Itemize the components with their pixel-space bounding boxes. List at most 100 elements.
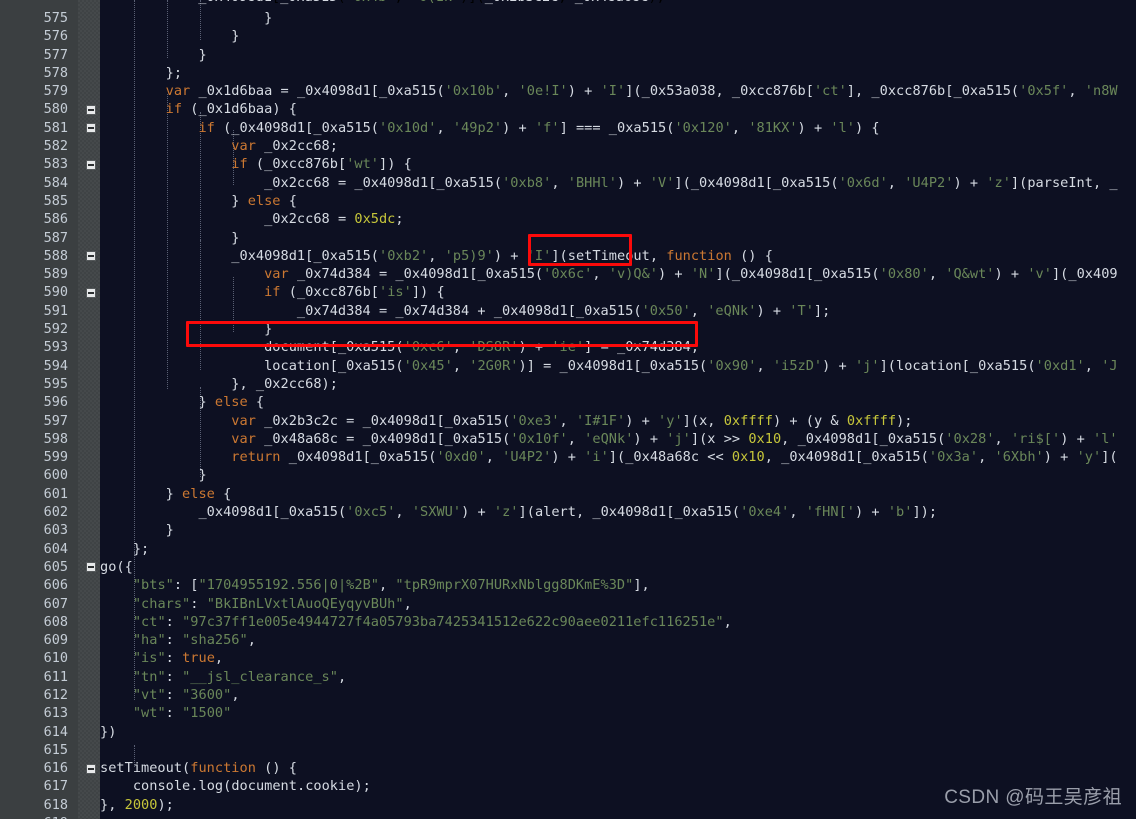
code-editor[interactable]: 575 576 577 578 579 580 581 582 583 584 585 586 587 5… (0, 0, 1136, 819)
line-number: 612 (43, 686, 68, 703)
line-number: 614 (43, 723, 68, 740)
code-line[interactable]: document[_0xa515('0xc6', 'DS8R') + 'ie']… (100, 338, 1136, 356)
fold-collapse-icon[interactable] (86, 251, 96, 262)
code-line[interactable]: "tn": "__jsl_clearance_s", (100, 668, 1136, 686)
code-line[interactable]: "wt": "1500" (100, 704, 1136, 722)
line-number: 578 (43, 64, 68, 81)
code-line[interactable]: } (100, 320, 1136, 338)
code-line[interactable]: _0x2cc68 = _0x4098d1[_0xa515('0xb8', 'BH… (100, 174, 1136, 192)
code-line[interactable]: }, _0x2cc68); (100, 375, 1136, 393)
fold-collapse-icon[interactable] (86, 104, 96, 115)
line-number: 603 (43, 522, 68, 539)
code-line[interactable]: "ct": "97c37ff1e005e4944727f4a05793ba742… (100, 613, 1136, 631)
line-number: 592 (43, 321, 68, 338)
line-number: 606 (43, 577, 68, 594)
code-line[interactable]: "chars": "BkIBnLVxtlAuoQEyqyvBUh", (100, 595, 1136, 613)
code-line[interactable]: setTimeout(function () { (100, 759, 1136, 777)
line-number: 583 (0, 155, 100, 173)
line-number: 602 (43, 504, 68, 521)
code-line[interactable]: } (100, 9, 1136, 27)
line-number: 616 (0, 759, 100, 777)
code-line[interactable]: } (100, 46, 1136, 64)
fold-collapse-icon[interactable] (86, 562, 96, 573)
line-number: 576 (43, 28, 68, 45)
code-line[interactable]: var _0x2cc68; (100, 137, 1136, 155)
code-line[interactable]: var _0x74d384 = _0x4098d1[_0xa515('0x6c'… (100, 265, 1136, 283)
code-line[interactable]: }; (100, 540, 1136, 558)
code-line[interactable]: return _0x4098d1[_0xa515('0xd0', 'U4P2')… (100, 448, 1136, 466)
line-number: 608 (43, 613, 68, 630)
code-line[interactable]: go({ (100, 558, 1136, 576)
fold-collapse-icon[interactable] (86, 159, 96, 170)
line-number: 590 (0, 283, 100, 301)
line-number: 597 (43, 412, 68, 429)
code-line[interactable]: _0x2cc68 = 0x5dc; (100, 210, 1136, 228)
code-text-rows[interactable]: } } } }; var _0x1d6baa = _0x4098d1[_0xa5… (100, 9, 1136, 819)
code-line[interactable]: } (100, 229, 1136, 247)
code-line[interactable]: if (_0x4098d1[_0xa515('0x10d', '49p2') +… (100, 119, 1136, 137)
code-line[interactable]: } else { (100, 485, 1136, 503)
line-number: 611 (43, 668, 68, 685)
line-number: 598 (43, 430, 68, 447)
line-number: 575 (43, 10, 68, 26)
line-number: 581 (0, 119, 100, 137)
code-line[interactable]: } (100, 466, 1136, 484)
line-number: 615 (43, 741, 68, 758)
code-line[interactable]: _0x4098d1[_0xa515('0xb2', 'p5)9') + 'I']… (100, 247, 1136, 265)
line-number: 607 (43, 595, 68, 612)
code-line[interactable]: if (_0xcc876b['wt']) { (100, 155, 1136, 173)
fold-collapse-icon[interactable] (86, 287, 96, 298)
code-line[interactable]: "is": true, (100, 649, 1136, 667)
code-pane[interactable]: } } } }; var _0x1d6baa = _0x4098d1[_0xa5… (100, 0, 1136, 819)
line-number: 580 (0, 100, 100, 118)
line-number: 596 (43, 394, 68, 411)
line-number: 605 (0, 558, 100, 576)
line-number: 577 (43, 46, 68, 63)
code-line[interactable] (100, 741, 1136, 759)
clipped-code-line: _0x4098d1[_0xa515('0x4b', 'O(1k')](_0x2b… (100, 0, 1136, 6)
line-number: 604 (43, 540, 68, 557)
code-line[interactable]: var _0x1d6baa = _0x4098d1[_0xa515('0x10b… (100, 82, 1136, 100)
line-number: 579 (43, 83, 68, 100)
line-number: 585 (43, 192, 68, 209)
code-line[interactable]: _0x74d384 = _0x74d384 + _0x4098d1[_0xa51… (100, 302, 1136, 320)
line-number: 599 (43, 449, 68, 466)
code-line[interactable]: "vt": "3600", (100, 686, 1136, 704)
line-number: 588 (0, 247, 100, 265)
code-line[interactable]: if (_0xcc876b['is']) { (100, 283, 1136, 301)
code-line[interactable]: }; (100, 64, 1136, 82)
csdn-watermark: CSDN @码王吴彦祖 (944, 787, 1122, 808)
line-number: 601 (43, 485, 68, 502)
line-number: 610 (43, 650, 68, 667)
line-number: 600 (43, 467, 68, 484)
code-line[interactable]: } (100, 27, 1136, 45)
line-number: 609 (43, 632, 68, 649)
code-line[interactable]: location[_0xa515('0x45', '2G0R')] = _0x4… (100, 357, 1136, 375)
fold-collapse-icon[interactable] (86, 123, 96, 134)
code-line[interactable]: } else { (100, 192, 1136, 210)
line-number: 618 (43, 796, 68, 813)
line-number: 594 (43, 357, 68, 374)
code-line[interactable] (100, 814, 1136, 819)
line-number: 584 (43, 174, 68, 191)
code-line[interactable]: } (100, 521, 1136, 539)
line-number: 593 (43, 339, 68, 356)
code-line[interactable]: var _0x2b3c2c = _0x4098d1[_0xa515('0xe3'… (100, 412, 1136, 430)
line-number: 619 (0, 814, 100, 819)
line-number: 587 (43, 229, 68, 246)
code-line[interactable]: "ha": "sha256", (100, 631, 1136, 649)
line-number: 613 (43, 705, 68, 722)
line-number: 617 (43, 778, 68, 795)
code-line[interactable]: if (_0x1d6baa) { (100, 100, 1136, 118)
line-number: 591 (43, 302, 68, 319)
line-number: 586 (43, 211, 68, 228)
line-number-gutter[interactable]: 575 576 577 578 579 580 581 582 583 584 585 586 587 5… (0, 0, 100, 819)
code-line[interactable]: }) (100, 723, 1136, 741)
code-line[interactable]: _0x4098d1[_0xa515('0xc5', 'SXWU') + 'z']… (100, 503, 1136, 521)
fold-collapse-icon[interactable] (86, 763, 96, 774)
line-number: 595 (43, 375, 68, 392)
line-number: 582 (43, 138, 68, 155)
code-line[interactable]: "bts": ["1704955192.556|0|%2B", "tpR9mpr… (100, 576, 1136, 594)
code-line[interactable]: var _0x48a68c = _0x4098d1[_0xa515('0x10f… (100, 430, 1136, 448)
code-line[interactable]: } else { (100, 393, 1136, 411)
